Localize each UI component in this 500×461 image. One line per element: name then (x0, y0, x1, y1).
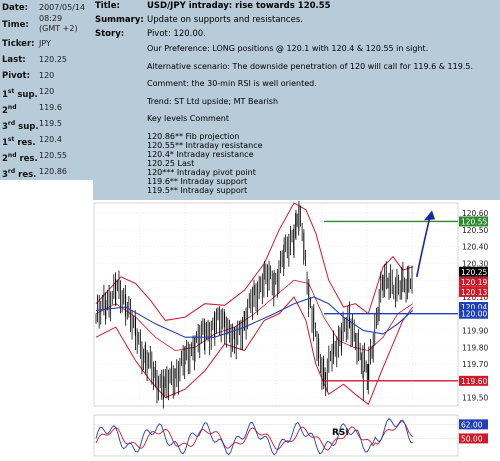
level-line: 120.55** Intraday resistance (147, 140, 263, 150)
price-axis-tick: 119.50 (462, 394, 488, 403)
support-1-row: 1st sup. 120 (0, 84, 93, 100)
support-2-label: 2nd sup. (2, 104, 22, 132)
story-first-line: Pivot: 120.00. (147, 29, 206, 39)
support-3-row: 3rd sup. 119.5 (0, 116, 93, 132)
title-value: USD/JPY intraday: rise towards 120.55 (147, 1, 331, 11)
time-label: Time: (2, 20, 29, 30)
story-key-levels: Key levels Comment (147, 114, 229, 123)
price-axis-tick: 119.70 (462, 360, 488, 369)
price-axis-tick: 119.80 (462, 343, 488, 352)
price-tag-label: 120.00 (461, 310, 487, 319)
support-3-value: 119.5 (39, 119, 62, 128)
level-line: 120.4* Intraday resistance (147, 149, 254, 159)
price-tag-label: 120.55 (461, 217, 487, 226)
price-tag-label: 120.25 (461, 268, 487, 277)
title-label: Title: (95, 1, 120, 11)
support-3-label: 3rd sup. (2, 120, 39, 132)
time-row: Time: 08:29 (GMT +2) (0, 14, 93, 36)
summary-label: Summary: (95, 15, 144, 25)
chart-background (92, 201, 500, 461)
price-axis-tick: 120.50 (462, 226, 488, 235)
level-line: 119.6** Intraday support (147, 176, 248, 186)
resistance-3-label: 3rd res. (2, 168, 37, 180)
level-line: 120.86** Fib projection (147, 131, 240, 141)
resistance-1-row: 1st res. 120.4 (0, 132, 93, 148)
support-1-label: 1st sup. (2, 88, 38, 100)
support-2-row: 2nd sup. 119.6 (0, 100, 93, 132)
support-2-value: 119.6 (39, 103, 62, 112)
resistance-1-value: 120.4 (39, 135, 62, 144)
level-line: 120*** Intraday pivot point (147, 167, 256, 177)
title-row: Title: USD/JPY intraday: rise towards 12… (93, 0, 500, 12)
level-line: 120.25 Last (147, 158, 195, 168)
summary-value: Update on supports and resistances. (147, 15, 303, 25)
last-value: 120.25 (39, 55, 67, 64)
price-tag-label: 120.19 (461, 278, 487, 287)
pivot-label: Pivot: (2, 71, 30, 81)
story-row: Story: Pivot: 120.00. (93, 28, 500, 40)
rsi-tag-label: 50.00 (461, 434, 483, 443)
resistance-3-row: 3rd res. 120.86 (0, 164, 93, 180)
ticker-label: Ticker: (2, 39, 35, 49)
price-tag-label: 119.60 (461, 377, 487, 386)
time-value: 08:29 (GMT +2) (39, 14, 78, 33)
resistance-2-row: 2nd res. 120.55 (0, 148, 93, 164)
price-tag-label: 120.13 (461, 288, 487, 297)
pivot-row: Pivot: 120 (0, 68, 93, 84)
rsi-tag-label: 62.00 (461, 420, 483, 429)
last-row: Last: 120.25 (0, 52, 93, 68)
resistance-2-label: 2nd res. (2, 152, 38, 164)
ticker-row: Ticker: JPY (0, 36, 93, 52)
resistance-1-label: 1st res. (2, 136, 36, 148)
resistance-3-value: 120.86 (39, 167, 67, 176)
ticker-value: JPY (39, 39, 51, 48)
ticker-info-panel: Date: 2007/05/14 Time: 08:29 (GMT +2) Tic… (0, 0, 93, 180)
price-axis-tick: 120.40 (462, 243, 488, 252)
last-label: Last: (2, 55, 26, 65)
support-1-value: 120 (39, 87, 55, 96)
summary-row: Summary: Update on supports and resistan… (93, 14, 500, 26)
story-alternative: Alternative scenario: The downside penet… (147, 61, 473, 71)
level-line: 119.5** Intraday support (147, 185, 248, 195)
pivot-value: 120 (39, 71, 55, 80)
story-label: Story: (95, 29, 125, 39)
story-comment: Comment: the 30-min RSI is well oriented… (147, 79, 317, 88)
price-chart: 120.60120.50120.40120.30120.20120.10120.… (92, 201, 500, 461)
price-axis-tick: 119.90 (462, 327, 488, 336)
story-preference: Our Preference: LONG positions @ 120.1 w… (147, 44, 429, 53)
story-body: Our Preference: LONG positions @ 120.1 w… (147, 44, 497, 195)
resistance-2-value: 120.55 (39, 151, 67, 160)
story-trend: Trend: ST Ltd upside; MT Bearish (147, 96, 279, 106)
